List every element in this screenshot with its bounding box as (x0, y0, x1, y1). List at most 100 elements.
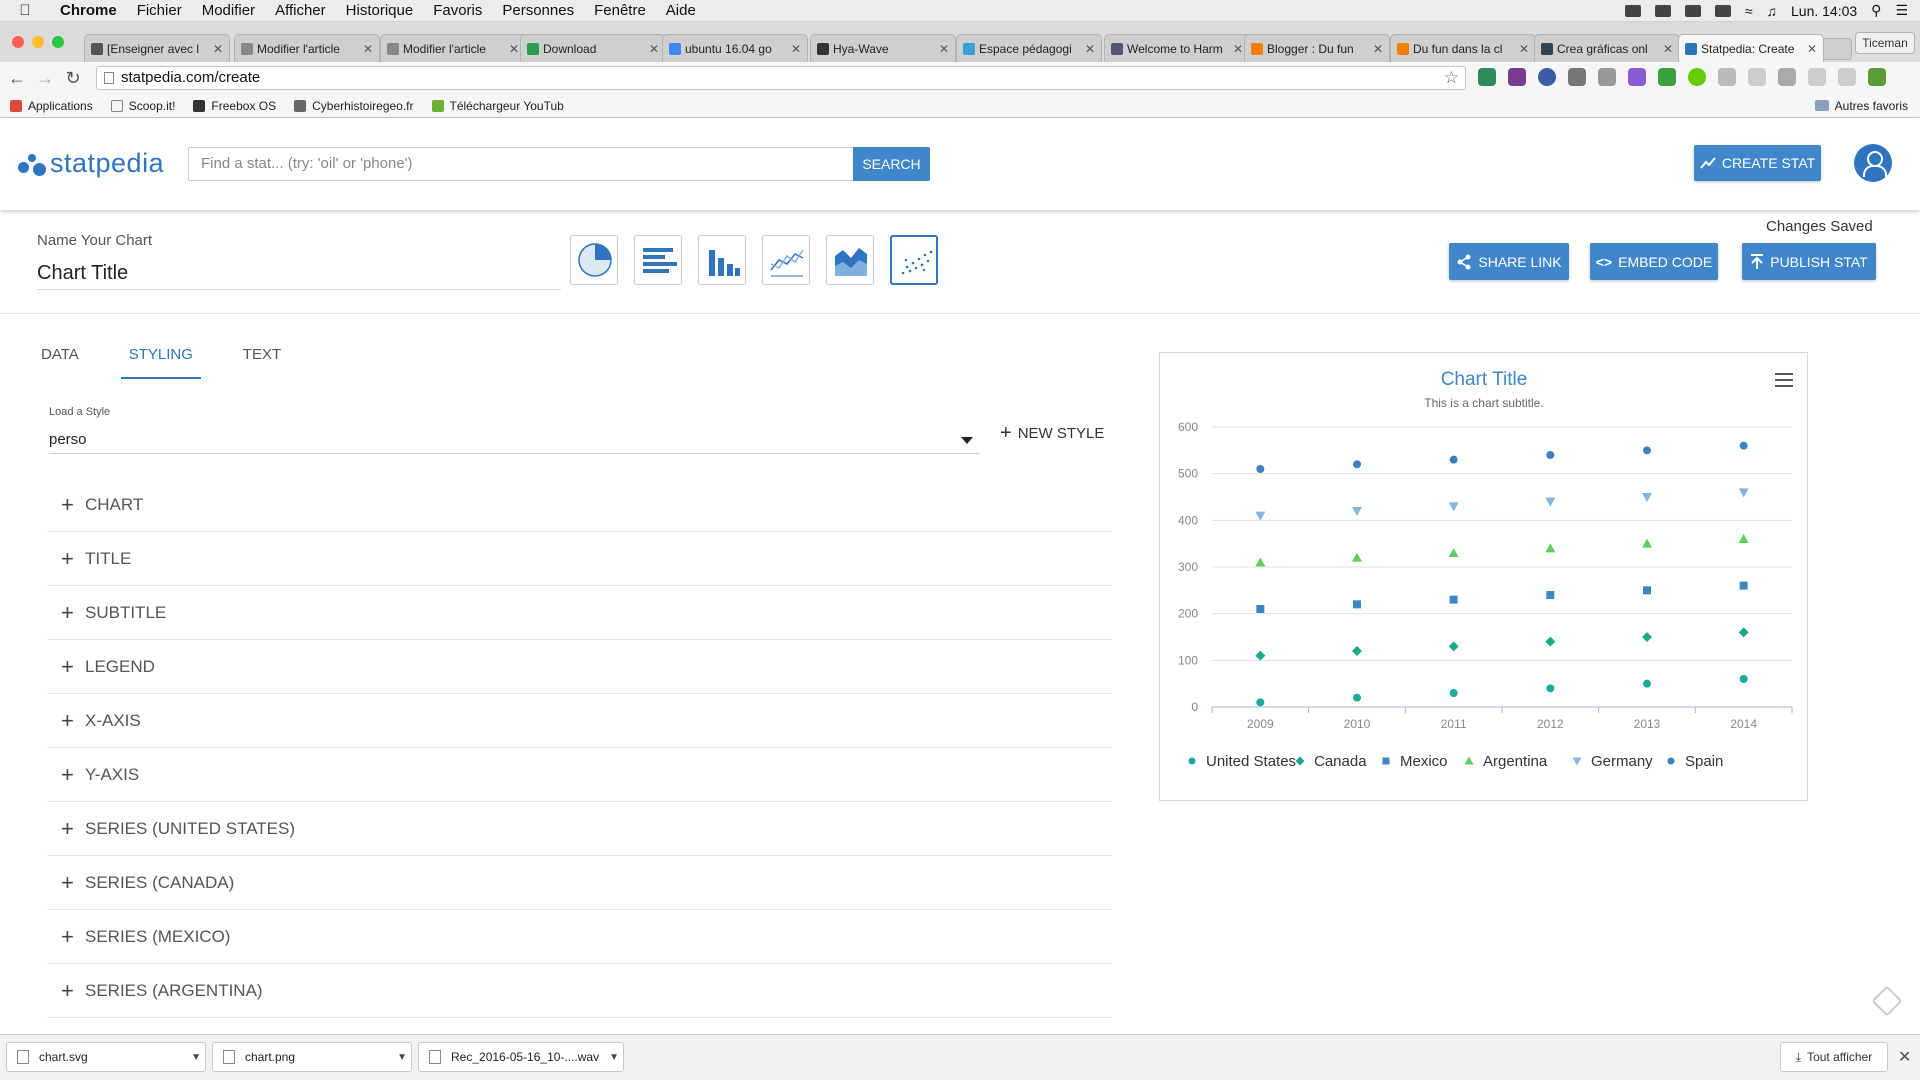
tab-close-icon[interactable]: ✕ (213, 42, 223, 56)
tab-close-icon[interactable]: ✕ (1807, 42, 1817, 56)
chart-type-column-button[interactable] (698, 235, 746, 285)
tab-close-icon[interactable]: ✕ (363, 42, 373, 56)
extension-evernote-icon[interactable] (1478, 68, 1496, 86)
tab-text[interactable]: TEXT (243, 340, 281, 379)
tab-styling[interactable]: STYLING (120, 340, 201, 379)
share-link-button[interactable]: SHARE LINK (1449, 243, 1569, 280)
tab-close-icon[interactable]: ✕ (791, 42, 801, 56)
download-item[interactable]: chart.svg ▼ (6, 1042, 206, 1072)
style-section-x-axis[interactable]: + X-AXIS (47, 694, 1112, 748)
browser-tab[interactable]: Download ✕ (520, 34, 666, 62)
chart-type-scatter-button[interactable] (890, 235, 938, 285)
menu-aide[interactable]: Aide (656, 2, 706, 19)
search-input[interactable]: Find a stat... (try: 'oil' or 'phone') (188, 147, 854, 181)
browser-tab[interactable]: Statpedia: Create ✕ (1678, 34, 1824, 62)
airplay-icon[interactable] (1684, 4, 1701, 17)
embed-code-button[interactable]: <> EMBED CODE (1590, 243, 1718, 280)
tab-close-icon[interactable]: ✕ (1663, 42, 1673, 56)
forward-arrow-icon[interactable]: → (34, 68, 56, 89)
search-button[interactable]: SEARCH (853, 147, 930, 181)
browser-tab[interactable]: ubuntu 16.04 go ✕ (662, 34, 808, 62)
tab-close-icon[interactable]: ✕ (649, 42, 659, 56)
chart-type-horizontal-bar-button[interactable] (634, 235, 682, 285)
tab-close-icon[interactable]: ✕ (939, 42, 949, 56)
menu-modifier[interactable]: Modifier (192, 2, 265, 19)
chart-type-area-button[interactable] (826, 235, 874, 285)
apple-menu-icon[interactable]:  (0, 2, 50, 19)
statpedia-logo[interactable]: statpedia (18, 148, 164, 179)
tab-close-icon[interactable]: ✕ (509, 42, 519, 56)
bookmark-scoopit[interactable]: Scoop.it! (110, 99, 175, 113)
menu-app-chrome[interactable]: Chrome (50, 2, 127, 19)
help-diamond-icon[interactable] (1871, 985, 1903, 1017)
close-icon[interactable]: ✕ (1898, 1047, 1911, 1067)
extension-rss-icon[interactable] (1808, 68, 1826, 86)
extension-k-icon[interactable] (1538, 68, 1556, 86)
chevron-down-icon[interactable]: ▼ (397, 1052, 407, 1063)
browser-tab[interactable]: Welcome to Harm ✕ (1104, 34, 1250, 62)
bookmark-applications[interactable]: Applications (10, 99, 93, 113)
extension-onenote-icon[interactable] (1508, 68, 1526, 86)
tab-data[interactable]: DATA (41, 340, 79, 379)
menu-historique[interactable]: Historique (336, 2, 424, 19)
cloud-icon[interactable] (1624, 4, 1641, 17)
browser-tab[interactable]: Du fun dans la cl ✕ (1390, 34, 1536, 62)
browser-tab[interactable]: Crea gráficas onl ✕ (1534, 34, 1680, 62)
menu-favoris[interactable]: Favoris (423, 2, 492, 19)
chart-type-pie-button[interactable] (570, 235, 618, 285)
tab-close-icon[interactable]: ✕ (1233, 42, 1243, 56)
tab-close-icon[interactable]: ✕ (1085, 42, 1095, 56)
address-bar[interactable]: statpedia.com/create ☆ (96, 66, 1466, 90)
dropbox-icon[interactable] (1654, 4, 1671, 17)
menubar-clock[interactable]: Lun. 14:03 (1791, 3, 1857, 19)
browser-tab[interactable]: Espace pédagogi ✕ (956, 34, 1102, 62)
back-arrow-icon[interactable]: ← (6, 68, 28, 89)
publish-stat-button[interactable]: PUBLISH STAT (1742, 243, 1876, 280)
extension-puzzle-icon[interactable] (1568, 68, 1586, 86)
extension-circle-icon[interactable] (1688, 68, 1706, 86)
chevron-down-icon[interactable]: ▼ (609, 1052, 619, 1063)
timemachine-icon[interactable] (1714, 4, 1731, 17)
menu-fenetre[interactable]: Fenêtre (584, 2, 656, 19)
new-style-button[interactable]: + NEW STYLE (1000, 423, 1104, 443)
download-item[interactable]: Rec_2016-05-16_10-....wav ▼ (418, 1042, 624, 1072)
other-bookmarks[interactable]: Autres favoris (1814, 99, 1908, 113)
menu-fichier[interactable]: Fichier (127, 2, 192, 19)
notification-center-icon[interactable]: ☰ (1895, 2, 1908, 19)
browser-tab[interactable]: Hya-Wave ✕ (810, 34, 956, 62)
create-stat-button[interactable]: CREATE STAT (1694, 145, 1821, 181)
browser-tab[interactable]: [Enseigner avec l ✕ (84, 34, 230, 62)
bookmark-star-icon[interactable]: ☆ (1444, 67, 1459, 89)
style-section-y-axis[interactable]: + Y-AXIS (47, 748, 1112, 802)
style-section-series-united-states[interactable]: + SERIES (UNITED STATES) (47, 802, 1112, 856)
reload-icon[interactable]: ↻ (62, 68, 84, 89)
window-close-icon[interactable] (12, 36, 24, 48)
bookmark-youtube-downloader[interactable]: Téléchargeur YouTub (431, 99, 564, 113)
show-all-downloads-button[interactable]: ⤓ Tout afficher (1780, 1042, 1888, 1072)
wifi-icon[interactable]: ≈ (1745, 3, 1753, 19)
profile-button[interactable]: Ticeman (1855, 32, 1915, 54)
tab-close-icon[interactable]: ✕ (1519, 42, 1529, 56)
extension-n-icon[interactable] (1778, 68, 1796, 86)
menu-personnes[interactable]: Personnes (492, 2, 584, 19)
window-zoom-icon[interactable] (52, 36, 64, 48)
style-section-series-canada[interactable]: + SERIES (CANADA) (47, 856, 1112, 910)
extension-grid-icon[interactable] (1838, 68, 1856, 86)
browser-tab[interactable]: Blogger : Du fun ✕ (1244, 34, 1390, 62)
extension-link-icon[interactable] (1718, 68, 1736, 86)
bookmark-freebox[interactable]: Freebox OS (193, 99, 276, 113)
browser-tab[interactable]: Modifier l'article ✕ (380, 34, 526, 62)
spotlight-icon[interactable]: ⚲ (1871, 2, 1881, 19)
page-info-icon[interactable] (104, 72, 114, 84)
volume-icon[interactable]: ♫ (1767, 3, 1778, 19)
style-section-series-mexico[interactable]: + SERIES (MEXICO) (47, 910, 1112, 964)
extension-pen-icon[interactable] (1628, 68, 1646, 86)
chrome-menu-icon[interactable] (1868, 68, 1886, 86)
style-section-legend[interactable]: + LEGEND (47, 640, 1112, 694)
tab-close-icon[interactable]: ✕ (1373, 42, 1383, 56)
style-section-subtitle[interactable]: + SUBTITLE (47, 586, 1112, 640)
chart-name-input[interactable]: Chart Title (37, 260, 561, 290)
chevron-down-icon[interactable]: ▼ (191, 1052, 201, 1063)
style-section-series-argentina[interactable]: + SERIES (ARGENTINA) (47, 964, 1112, 1018)
load-style-select[interactable]: perso (49, 428, 979, 454)
